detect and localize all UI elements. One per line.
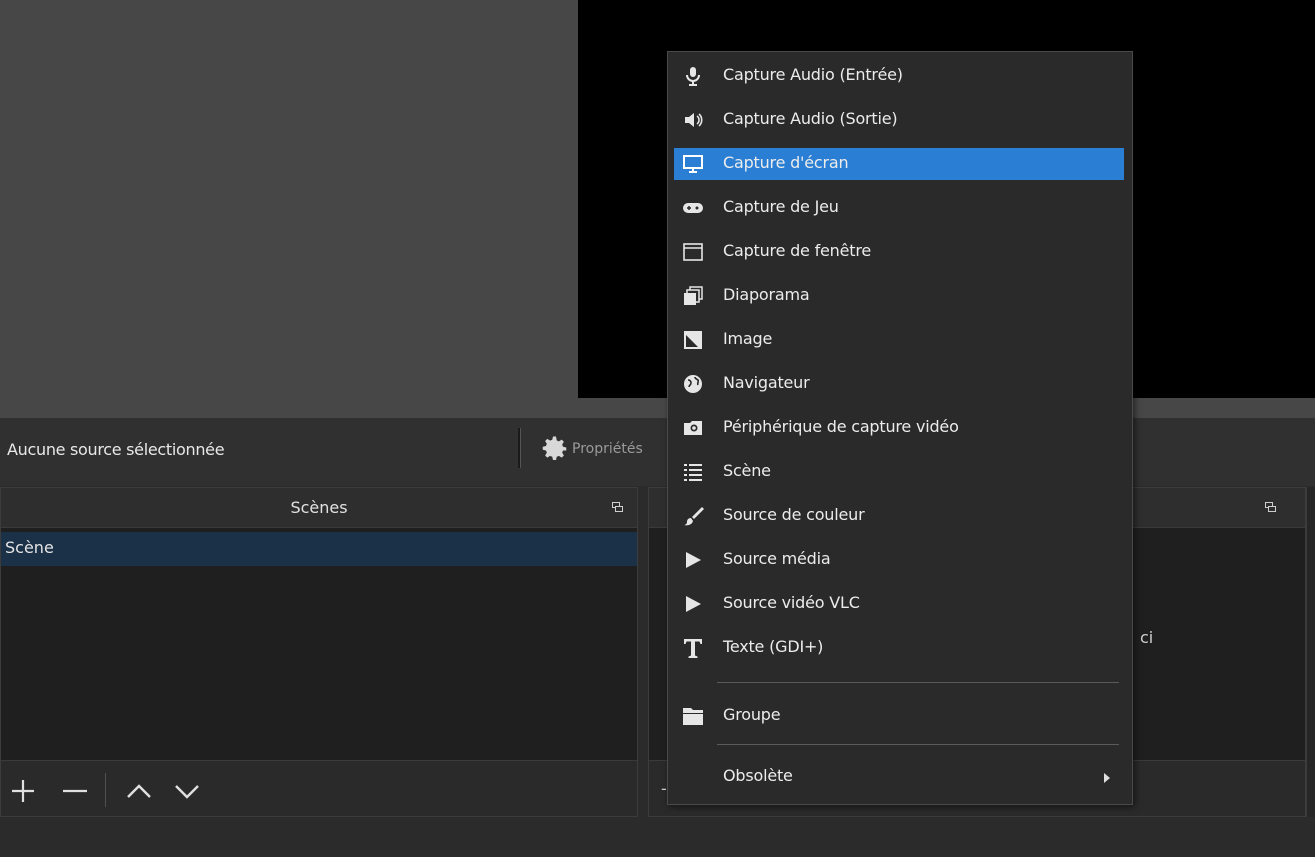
window-icon — [683, 243, 703, 261]
menu-item-label: Navigateur — [723, 373, 810, 392]
properties-label: Propriétés — [572, 441, 643, 457]
image-icon — [684, 331, 702, 349]
play-icon — [686, 596, 701, 612]
mixer-dock-edge — [1306, 487, 1315, 817]
menu-item-text-gdi[interactable]: Texte (GDI+) — [674, 632, 1124, 664]
menu-item-label: Source vidéo VLC — [723, 593, 860, 612]
menu-item-label: Obsolète — [723, 766, 793, 785]
preview-canvas-empty — [0, 0, 578, 418]
menu-item-label: Capture d'écran — [723, 153, 849, 172]
menu-item-label: Image — [723, 329, 773, 348]
globe-icon — [684, 375, 702, 393]
menu-item-media-source[interactable]: Source média — [674, 544, 1124, 576]
menu-item-deprecated[interactable]: Obsolète — [674, 761, 1124, 793]
microphone-icon — [686, 67, 700, 86]
brush-icon — [684, 507, 704, 526]
no-source-label: Aucune source sélectionnée — [7, 440, 225, 459]
menu-item-browser[interactable]: Navigateur — [674, 368, 1124, 400]
monitor-icon — [683, 155, 703, 173]
menu-item-label: Diaporama — [723, 285, 810, 304]
menu-separator — [717, 744, 1119, 745]
menu-item-label: Texte (GDI+) — [723, 637, 824, 656]
scenes-dock-header: Scènes — [1, 488, 637, 528]
menu-item-label: Source média — [723, 549, 831, 568]
menu-item-audio-output-capture[interactable]: Capture Audio (Sortie) — [674, 104, 1124, 136]
menu-item-label: Capture Audio (Entrée) — [723, 65, 903, 84]
camera-icon — [684, 421, 702, 435]
sources-hint-fragment: ci — [1140, 628, 1154, 647]
chevron-right-icon — [1104, 773, 1110, 783]
scenes-dock-title: Scènes — [290, 498, 348, 517]
properties-button[interactable]: Propriétés — [540, 432, 643, 466]
toolbar-divider — [105, 773, 106, 807]
add-source-menu: Capture Audio (Entrée) Capture Audio (So… — [667, 51, 1133, 805]
menu-item-scene[interactable]: Scène — [674, 456, 1124, 488]
menu-item-video-capture-device[interactable]: Périphérique de capture vidéo — [674, 412, 1124, 444]
scenes-dock-toolbar — [1, 760, 637, 816]
menu-item-vlc-video-source[interactable]: Source vidéo VLC — [674, 588, 1124, 620]
menu-item-group[interactable]: Groupe — [674, 700, 1124, 732]
menu-item-label: Scène — [723, 461, 771, 480]
menu-item-label: Capture de Jeu — [723, 197, 839, 216]
play-icon — [686, 552, 701, 568]
text-icon — [684, 639, 702, 658]
scene-list-item[interactable]: Scène — [1, 532, 637, 566]
menu-item-label: Capture de fenêtre — [723, 241, 871, 260]
folder-icon — [683, 708, 703, 725]
toolbar-separator — [518, 428, 521, 468]
menu-item-label: Périphérique de capture vidéo — [723, 417, 959, 436]
menu-item-display-capture[interactable]: Capture d'écran — [674, 148, 1124, 180]
speaker-icon — [685, 113, 703, 127]
scene-item-label: Scène — [5, 538, 54, 557]
undock-icon[interactable] — [1265, 502, 1276, 513]
gamepad-icon — [683, 203, 703, 213]
menu-item-audio-input-capture[interactable]: Capture Audio (Entrée) — [674, 60, 1124, 92]
menu-item-label: Source de couleur — [723, 505, 865, 524]
menu-item-game-capture[interactable]: Capture de Jeu — [674, 192, 1124, 224]
gear-icon — [542, 436, 567, 460]
move-down-icon[interactable] — [171, 775, 203, 807]
move-up-icon[interactable] — [123, 775, 155, 807]
slideshow-icon — [684, 286, 703, 305]
menu-item-window-capture[interactable]: Capture de fenêtre — [674, 236, 1124, 268]
undock-icon[interactable] — [612, 502, 623, 513]
menu-item-color-source[interactable]: Source de couleur — [674, 500, 1124, 532]
remove-source-fragment: - — [661, 779, 667, 798]
list-icon — [684, 464, 702, 481]
menu-item-image[interactable]: Image — [674, 324, 1124, 356]
scenes-dock: Scènes Scène — [0, 487, 638, 817]
menu-item-label: Capture Audio (Sortie) — [723, 109, 898, 128]
menu-separator — [717, 682, 1119, 683]
menu-item-label: Groupe — [723, 705, 781, 724]
remove-scene-icon[interactable] — [59, 775, 91, 807]
menu-item-slideshow[interactable]: Diaporama — [674, 280, 1124, 312]
add-scene-icon[interactable] — [7, 775, 39, 807]
